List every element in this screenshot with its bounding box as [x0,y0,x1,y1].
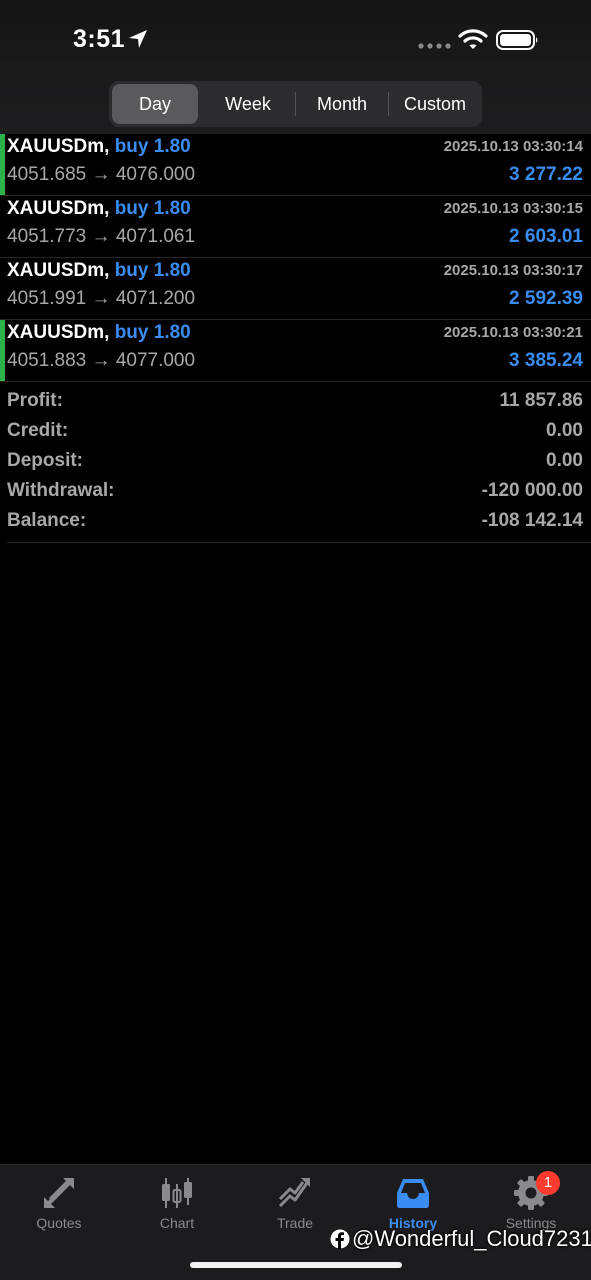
tab-day[interactable]: Day [112,84,198,124]
deal-open-price: 4051.773 [7,226,87,247]
deal-title: XAUUSDm, buy 1.80 [7,260,191,282]
tab-label: Quotes [36,1215,82,1231]
deal-open-price: 4051.883 [7,350,87,371]
summary-value: -108 142.14 [481,510,583,531]
summary-label: Credit: [7,420,69,441]
deal-close-price: 4076.000 [115,164,196,185]
history-icon [397,1179,429,1208]
summary-value: 11 857.86 [499,390,583,411]
deals-list: XAUUSDm, buy 1.80 2025.10.13 03:30:14 40… [0,134,591,382]
tab-quotes[interactable]: Quotes [0,1165,118,1245]
deal-time: 2025.10.13 03:30:15 [443,200,583,217]
deal-symbol: XAUUSDm [7,198,105,219]
summary-label: Balance: [7,510,87,531]
battery-icon [496,30,538,50]
summary-row-balance: Balance: -108 142.14 [0,506,591,536]
deal-time: 2025.10.13 03:30:14 [443,138,583,155]
deal-action: buy [114,260,149,281]
deal-open-price: 4051.991 [7,288,87,309]
deal-prices: 4051.991 → 4071.200 [7,288,195,310]
deal-volume: 1.80 [153,136,191,157]
deal-row[interactable]: XAUUSDm, buy 1.80 2025.10.13 03:30:15 40… [0,196,591,258]
deal-title: XAUUSDm, buy 1.80 [7,322,191,344]
arrow-right-icon: → [91,288,111,309]
summary-value: 0.00 [546,420,583,441]
deal-separator: , [104,322,110,343]
deal-profit: 3 277.22 [509,164,583,185]
tab-month[interactable]: Month [296,84,388,124]
chart-icon [162,1178,192,1208]
deal-action: buy [114,322,149,343]
summary-value: 0.00 [546,450,583,471]
notification-badge: 1 [536,1171,560,1195]
deal-row[interactable]: XAUUSDm, buy 1.80 2025.10.13 03:30:17 40… [0,258,591,320]
deal-profit: 2 603.01 [509,226,583,247]
deal-symbol: XAUUSDm [7,322,105,343]
deal-volume: 1.80 [153,260,191,281]
tab-chart[interactable]: Chart [118,1165,236,1245]
deal-action: buy [114,136,149,157]
trade-icon [278,1178,310,1208]
deal-volume: 1.80 [153,198,191,219]
summary-label: Profit: [7,390,63,411]
arrow-right-icon: → [91,164,111,185]
wifi-icon [458,29,488,49]
deal-symbol: XAUUSDm [7,136,105,157]
status-time: 3:51 [73,25,126,53]
summary-label: Deposit: [7,450,83,471]
deal-title: XAUUSDm, buy 1.80 [7,136,191,158]
watermark-text: @Wonderful_Cloud7231 [352,1226,591,1251]
deal-profit: 3 385.24 [509,350,583,371]
deal-volume: 1.80 [153,322,191,343]
deal-time: 2025.10.13 03:30:17 [443,262,583,279]
deal-prices: 4051.773 → 4071.061 [7,226,195,248]
deal-symbol: XAUUSDm [7,260,105,281]
deal-row[interactable]: XAUUSDm, buy 1.80 2025.10.13 03:30:21 40… [0,320,591,382]
arrow-right-icon: → [91,226,111,247]
status-bar: 3:51 [0,0,591,80]
tab-week[interactable]: Week [201,84,295,124]
deal-time: 2025.10.13 03:30:21 [443,324,583,341]
deal-indicator-bar [0,134,5,195]
deal-separator: , [104,260,110,281]
summary-label: Withdrawal: [7,480,115,501]
summary-row-deposit: Deposit: 0.00 [0,446,591,476]
deal-close-price: 4071.061 [115,226,196,247]
deal-indicator-bar [0,320,5,381]
deal-action: buy [114,198,149,219]
deal-close-price: 4077.000 [115,350,196,371]
signal-dots-icon [418,43,451,49]
deal-row[interactable]: XAUUSDm, buy 1.80 2025.10.13 03:30:14 40… [0,134,591,196]
deal-profit: 2 592.39 [509,288,583,309]
watermark: @Wonderful_Cloud7231 [330,1226,591,1254]
tab-custom[interactable]: Custom [389,84,481,124]
period-segmented-control: Day Week Month Custom [109,81,482,127]
summary-row-credit: Credit: 0.00 [0,416,591,446]
summary-divider [7,542,591,543]
deal-separator: , [104,136,110,157]
location-arrow-icon [129,30,147,48]
quotes-icon [44,1178,74,1208]
deal-open-price: 4051.685 [7,164,87,185]
deal-prices: 4051.685 → 4076.000 [7,164,195,186]
tab-label: Chart [159,1215,195,1231]
deal-close-price: 4071.200 [115,288,196,309]
home-indicator[interactable] [190,1262,402,1268]
arrow-right-icon: → [91,350,111,371]
deal-separator: , [104,198,110,219]
summary-row-withdrawal: Withdrawal: -120 000.00 [0,476,591,506]
deal-title: XAUUSDm, buy 1.80 [7,198,191,220]
deal-prices: 4051.883 → 4077.000 [7,350,195,372]
summary-row-profit: Profit: 11 857.86 [0,386,591,416]
summary-section: Profit: 11 857.86 Credit: 0.00 Deposit: … [0,386,591,536]
summary-value: -120 000.00 [481,480,583,501]
facebook-icon [330,1229,350,1249]
